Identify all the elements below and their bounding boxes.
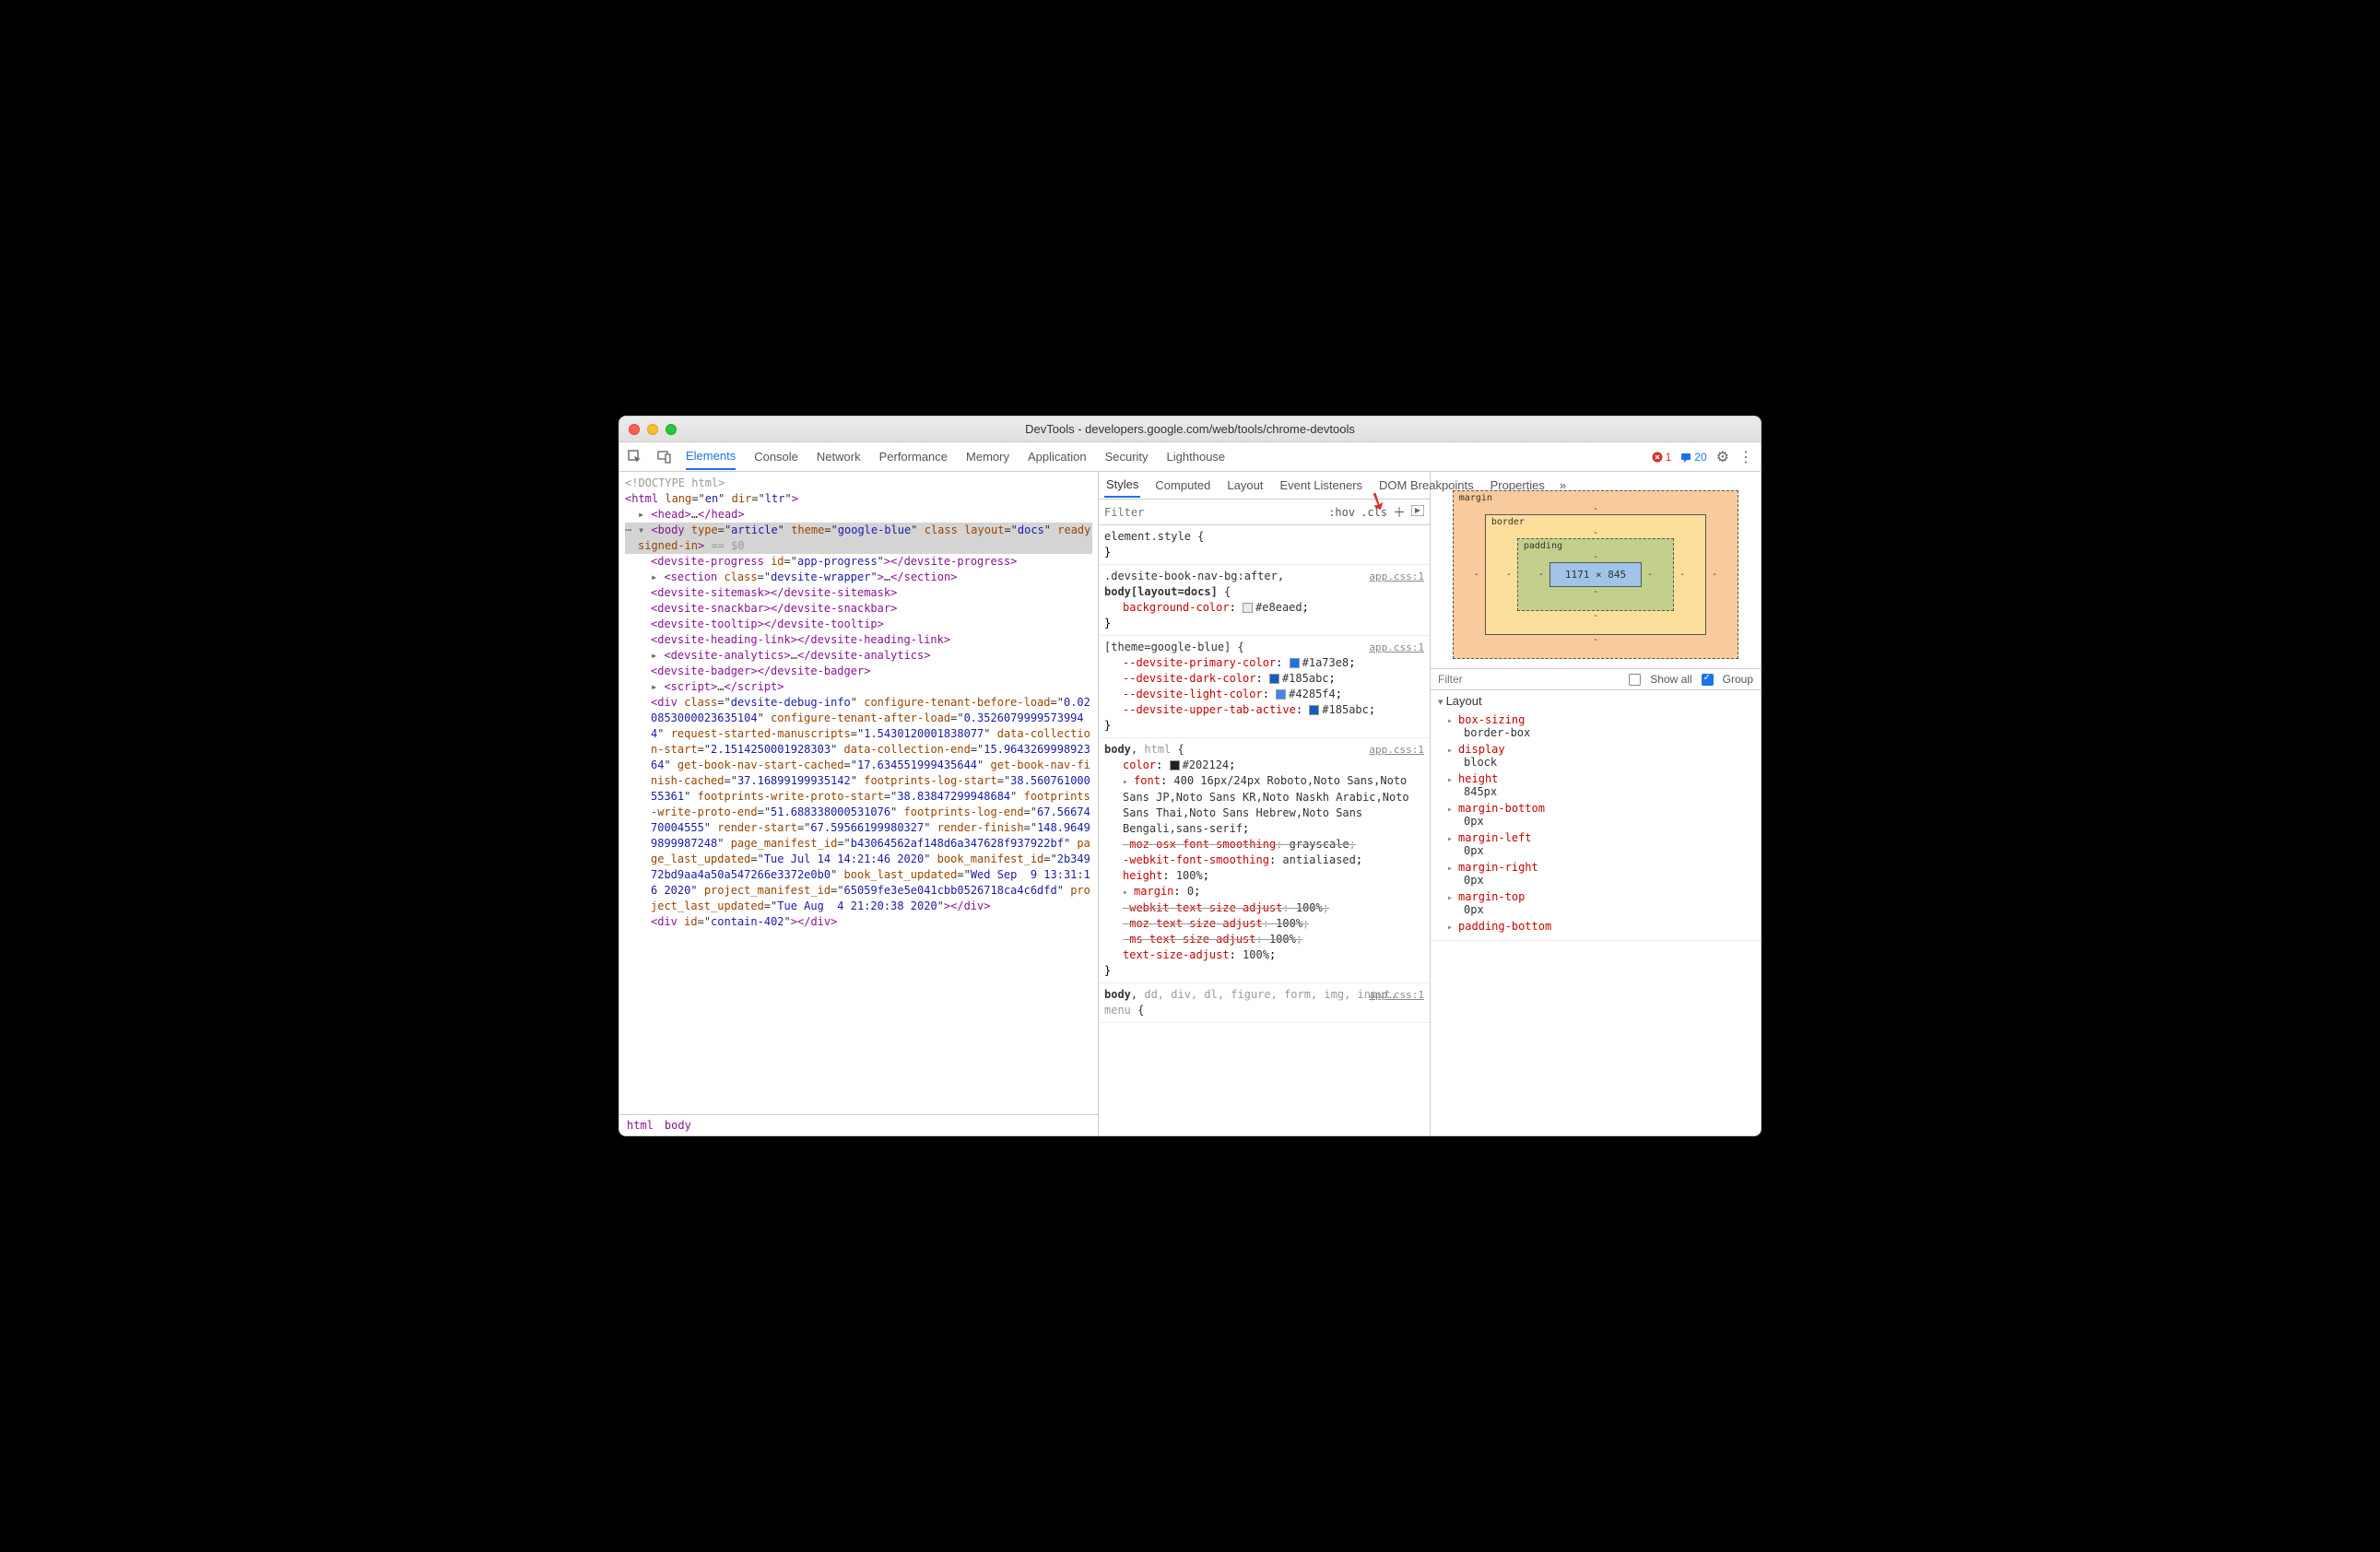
new-style-rule-button[interactable]: ＋ ➘ bbox=[1393, 503, 1406, 522]
style-rule[interactable]: app.css:1[theme=google-blue] {--devsite-… bbox=[1099, 636, 1430, 738]
dom-node[interactable]: <script>…</script> bbox=[625, 679, 1092, 695]
computed-prop[interactable]: margin-bottom0px bbox=[1431, 800, 1761, 829]
subtab-event-listeners[interactable]: Event Listeners bbox=[1278, 474, 1364, 497]
tab-performance[interactable]: Performance bbox=[879, 444, 948, 469]
device-toggle-icon[interactable] bbox=[656, 449, 673, 465]
dom-node[interactable]: <devsite-tooltip></devsite-tooltip> bbox=[625, 617, 1092, 632]
rule-source[interactable]: app.css:1 bbox=[1369, 987, 1424, 1003]
rule-source[interactable]: app.css:1 bbox=[1369, 742, 1424, 758]
tab-memory[interactable]: Memory bbox=[966, 444, 1009, 469]
styles-filter-row: :hov .cls ＋ ➘ bbox=[1099, 500, 1430, 525]
subtab-layout[interactable]: Layout bbox=[1225, 474, 1265, 497]
settings-icon[interactable]: ⚙ bbox=[1716, 448, 1729, 466]
box-margin-label: margin bbox=[1459, 493, 1492, 503]
styles-rules[interactable]: element.style {}app.css:1.devsite-book-n… bbox=[1099, 525, 1430, 1135]
tab-security[interactable]: Security bbox=[1105, 444, 1149, 469]
group-label: Group bbox=[1723, 673, 1753, 686]
tab-application[interactable]: Application bbox=[1028, 444, 1087, 469]
dom-node[interactable]: <devsite-snackbar></devsite-snackbar> bbox=[625, 601, 1092, 617]
dom-node[interactable]: <devsite-heading-link></devsite-heading-… bbox=[625, 632, 1092, 648]
subtab-computed[interactable]: Computed bbox=[1153, 474, 1212, 497]
minimize-window-button[interactable] bbox=[647, 424, 658, 435]
titlebar: DevTools - developers.google.com/web/too… bbox=[619, 417, 1761, 442]
showall-checkbox[interactable] bbox=[1629, 674, 1641, 686]
panel-tabs: Elements Console Network Performance Memory A… bbox=[686, 443, 1639, 470]
dom-node[interactable]: <devsite-analytics>…</devsite-analytics> bbox=[625, 648, 1092, 664]
hov-toggle[interactable]: :hov bbox=[1328, 506, 1355, 519]
breadcrumb-item[interactable]: html bbox=[627, 1119, 654, 1132]
more-menu-icon[interactable]: ⋮ bbox=[1738, 448, 1753, 466]
toggle-computed-icon[interactable] bbox=[1411, 505, 1424, 519]
computed-prop[interactable]: margin-top0px bbox=[1431, 888, 1761, 918]
dom-node[interactable]: <section class="devsite-wrapper">…</sect… bbox=[625, 570, 1092, 585]
message-count: 20 bbox=[1694, 451, 1706, 464]
style-rule[interactable]: element.style {} bbox=[1099, 525, 1430, 565]
box-padding-label: padding bbox=[1524, 541, 1562, 551]
style-rule[interactable]: app.css:1body, dd, div, dl, figure, form… bbox=[1099, 983, 1430, 1023]
tab-network[interactable]: Network bbox=[817, 444, 861, 469]
error-badge[interactable]: 1 bbox=[1652, 451, 1672, 464]
box-border-label: border bbox=[1491, 517, 1525, 527]
tab-lighthouse[interactable]: Lighthouse bbox=[1167, 444, 1226, 469]
dom-node[interactable]: <head>…</head> bbox=[625, 507, 1092, 523]
style-rule[interactable]: app.css:1.devsite-book-nav-bg:after,body… bbox=[1099, 565, 1430, 636]
computed-prop[interactable]: box-sizingborder-box bbox=[1431, 711, 1761, 741]
main-toolbar: Elements Console Network Performance Memory A… bbox=[619, 442, 1761, 472]
computed-filter-input[interactable] bbox=[1438, 673, 1620, 686]
rule-source[interactable]: app.css:1 bbox=[1369, 569, 1424, 584]
dom-tree[interactable]: <!DOCTYPE html><html lang="en" dir="ltr"… bbox=[619, 472, 1098, 1114]
devtools-window: DevTools - developers.google.com/web/too… bbox=[619, 416, 1761, 1136]
styles-panel: StylesComputedLayoutEvent ListenersDOM B… bbox=[1099, 472, 1431, 1135]
dom-node-selected[interactable]: <body type="article" theme="google-blue"… bbox=[625, 523, 1092, 554]
computed-group-layout[interactable]: Layout bbox=[1431, 690, 1761, 711]
computed-prop[interactable]: height845px bbox=[1431, 770, 1761, 800]
message-badge[interactable]: 20 bbox=[1680, 451, 1706, 464]
close-window-button[interactable] bbox=[629, 424, 640, 435]
computed-prop[interactable]: padding-bottom bbox=[1431, 918, 1761, 935]
computed-prop[interactable]: margin-left0px bbox=[1431, 829, 1761, 859]
dom-node[interactable]: <!DOCTYPE html> bbox=[625, 476, 1092, 491]
breadcrumb-item[interactable]: body bbox=[665, 1119, 691, 1132]
dom-node[interactable]: <devsite-progress id="app-progress"></de… bbox=[625, 554, 1092, 570]
computed-props[interactable]: box-sizingborder-boxdisplayblockheight84… bbox=[1431, 711, 1761, 940]
cls-toggle[interactable]: .cls bbox=[1361, 506, 1387, 519]
inspect-icon[interactable] bbox=[627, 449, 643, 465]
style-rule[interactable]: app.css:1body, html {color: #202124;font… bbox=[1099, 738, 1430, 983]
dom-node[interactable]: <html lang="en" dir="ltr"> bbox=[625, 491, 1092, 507]
styles-filter-input[interactable] bbox=[1104, 506, 1321, 519]
subtab-styles[interactable]: Styles bbox=[1104, 473, 1140, 498]
rule-source[interactable]: app.css:1 bbox=[1369, 640, 1424, 655]
box-content-size: 1171 × 845 bbox=[1549, 562, 1642, 587]
window-title: DevTools - developers.google.com/web/too… bbox=[619, 422, 1761, 436]
styles-subtabs: StylesComputedLayoutEvent ListenersDOM B… bbox=[1099, 472, 1430, 500]
computed-prop[interactable]: margin-right0px bbox=[1431, 859, 1761, 888]
error-count: 1 bbox=[1666, 451, 1672, 464]
group-checkbox[interactable] bbox=[1702, 674, 1714, 686]
dom-node[interactable]: <div class="devsite-debug-info" configur… bbox=[625, 695, 1092, 914]
tab-console[interactable]: Console bbox=[754, 444, 798, 469]
maximize-window-button[interactable] bbox=[666, 424, 677, 435]
dom-node[interactable]: <div id="contain-402"></div> bbox=[625, 914, 1092, 930]
dom-node[interactable]: <devsite-sitemask></devsite-sitemask> bbox=[625, 585, 1092, 601]
breadcrumb: html body bbox=[619, 1114, 1098, 1135]
tab-elements[interactable]: Elements bbox=[686, 443, 736, 470]
computed-prop[interactable]: displayblock bbox=[1431, 741, 1761, 770]
dom-node[interactable]: <devsite-badger></devsite-badger> bbox=[625, 664, 1092, 679]
box-model[interactable]: margin - - border - - padding - - bbox=[1431, 472, 1761, 669]
computed-panel: margin - - border - - padding - - bbox=[1431, 472, 1761, 1135]
window-controls bbox=[629, 424, 677, 435]
showall-label: Show all bbox=[1650, 673, 1691, 686]
elements-panel: <!DOCTYPE html><html lang="en" dir="ltr"… bbox=[619, 472, 1099, 1135]
computed-filter-row: Show all Group bbox=[1431, 669, 1761, 690]
